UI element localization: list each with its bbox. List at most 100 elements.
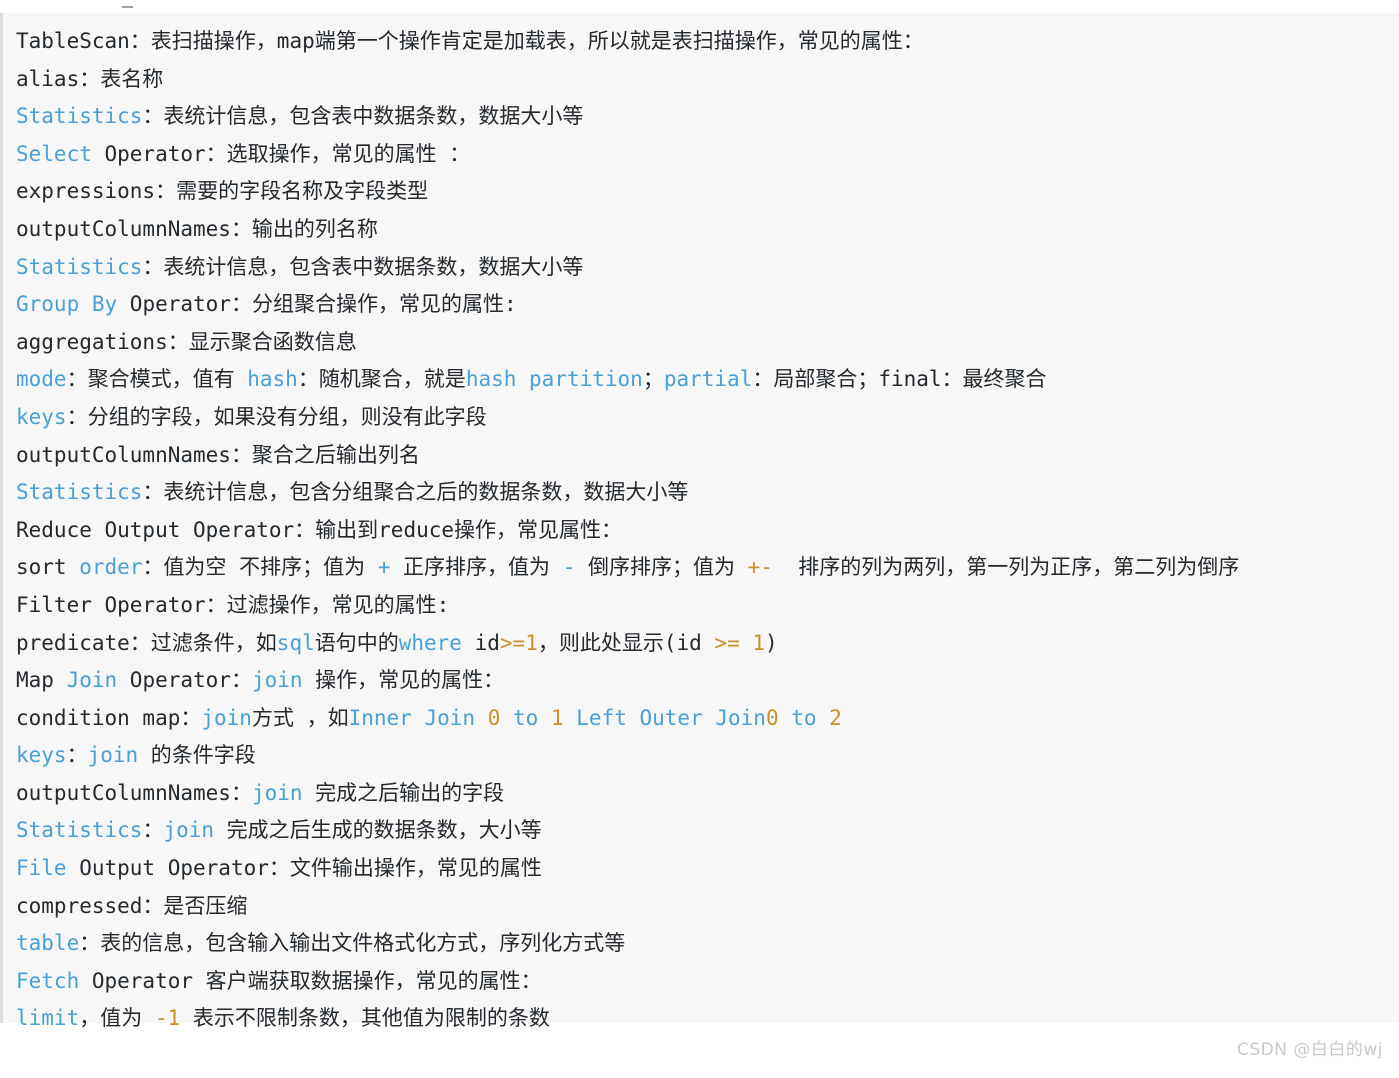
code-token: (id [663,630,715,655]
line-select-operator: Select Operator：选取操作，常见的属性 ： [16,136,1399,174]
csdn-watermark: CSDN @白白的wj [1237,1040,1383,1060]
code-token: ：随机聚合，就是 [297,367,466,392]
code-token: ，则此处显示 [537,630,664,655]
code-token: sql [276,630,315,655]
code-token: >= [714,630,740,655]
line-aggregations: aggregations：显示聚合函数信息 [16,324,1399,362]
code-token: Operator：选取操作，常见的属性 ： [91,141,471,166]
line-statistics-2: Statistics：表统计信息，包含表中数据条数，数据大小等 [16,249,1399,287]
line-filter-operator: Filter Operator：过滤操作，常见的属性: [16,587,1399,625]
code-token: Operator： [117,668,252,693]
line-expressions: expressions：需要的字段名称及字段类型 [16,173,1399,211]
code-token: 排序的列为两列，第一列为正序，第二列为倒序 [772,555,1240,580]
line-sort-order: sort order：值为空 不排序；值为 + 正序排序，值为 - 倒序排序；值… [16,549,1399,587]
code-token: ：过滤操作，常见的属性: [205,592,450,617]
code-token: where [398,630,462,655]
code-token: Operator：分组聚合操作，常见的属性: [117,292,517,317]
code-token: Map [16,668,67,693]
code-token: ：表的信息，包含输入输出文件格式化方式，序列化方式等 [79,931,626,956]
code-token: keys [16,743,67,768]
code-token: ：分组的字段，如果没有分组，则没有此字段 [66,404,487,429]
code-token: ，值为 [79,1006,155,1031]
code-token: Statistics [16,254,143,279]
code-token: ：显示聚合函数信息 [167,329,357,354]
code-token: order [79,555,143,580]
code-token: ：聚合模式，值有 [66,367,248,392]
code-token: limit [16,1006,80,1031]
code-token: hash [247,367,298,392]
code-token: ： [142,818,164,843]
code-token: condition map [16,705,181,730]
line-reduce-output-operator: Reduce Output Operator：输出到reduce操作，常见属性： [16,512,1399,550]
code-token: >= [499,630,526,655]
code-token: join [251,668,303,693]
code-token: Inner Join [348,705,476,730]
code-token: ：表统计信息，包含分组聚合之后的数据条数，数据大小等 [142,480,689,505]
line-outputcolumnnames-3: outputColumnNames：join 完成之后输出的字段 [16,775,1399,813]
code-token: hash partition [465,367,643,392]
code-token: - [562,555,576,580]
code-token: id [461,630,500,655]
code-token: 表示不限制条数，其他值为限制的条数 [180,1006,550,1031]
code-token: ：聚合之后输出列名 [230,442,420,467]
code-token: ：需要的字段名称及字段类型 [155,179,429,204]
code-token: join [201,705,252,730]
code-token: join [87,743,139,768]
line-condition-map: condition map：join方式 ，如Inner Join 0 to 1… [16,700,1399,738]
line-compressed: compressed：是否压缩 [16,888,1399,926]
code-token: 正序排序，值为 [390,555,563,580]
code-token: mode [16,367,67,392]
code-token: outputColumnNames [16,216,231,241]
code-token: Statistics [16,480,143,505]
code-token: TableScan [16,29,130,53]
line-mode: mode：聚合模式，值有 hash：随机聚合，就是hash partition；… [16,361,1399,399]
code-token: 完成之后输出的字段 [302,780,505,805]
code-token: Statistics [16,818,143,843]
code-token: sort [16,555,80,580]
code-token: Fetch [16,968,80,993]
code-token: aggregations [16,329,168,354]
line-file-output-operator: File Output Operator：文件输出操作，常见的属性 [16,850,1399,888]
code-token: Group By [16,292,118,317]
code-token: Left Outer Join [576,705,766,730]
line-predicate: predicate：过滤条件，如sql语句中的where id>=1，则此处显示… [16,625,1399,663]
code-token: 2 [829,705,842,730]
line-outputcolumnnames-1: outputColumnNames：输出的列名称 [16,211,1399,249]
code-token: Select [16,141,92,166]
code-line-list: TableScan：表扫描操作，map端第一个操作肯定是加载表，所以就是表扫描操… [16,23,1399,1038]
code-token: compressed [16,893,143,918]
line-mapjoin-operator: Map Join Operator：join 操作，常见的属性： [16,662,1399,700]
code-token: File [16,856,67,881]
code-token: ：输出的列名称 [230,216,378,241]
code-token: predicate [16,630,130,655]
code-token: partial [663,367,753,392]
line-alias: alias：表名称 [16,61,1399,99]
line-statistics-3: Statistics：表统计信息，包含分组聚合之后的数据条数，数据大小等 [16,474,1399,512]
code-token: 完成之后生成的数据条数，大小等 [214,818,542,843]
line-groupby-operator: Group By Operator：分组聚合操作，常见的属性: [16,286,1399,324]
code-token: 操作，常见的属性： [302,668,505,693]
code-token: ： [180,705,202,730]
line-limit: limit，值为 -1 表示不限制条数，其他值为限制的条数 [16,1000,1399,1038]
code-token: outputColumnNames [16,442,231,467]
code-token: 0 [765,705,779,730]
code-token: 倒序排序；值为 [575,555,748,580]
code-token: ：值为空 不排序；值为 [142,555,378,580]
code-token: ：最终聚合 [941,367,1047,392]
line-keys-1: keys：分组的字段，如果没有分组，则没有此字段 [16,399,1399,437]
line-table: table：表的信息，包含输入输出文件格式化方式，序列化方式等 [16,925,1399,963]
code-token: ：表统计信息，包含表中数据条数，数据大小等 [142,254,584,279]
code-token: final [878,367,942,392]
code-token: + [377,555,391,580]
code-token: ：输出到reduce操作，常见属性： [294,517,623,542]
code-token: 1 [550,705,564,730]
code-token: ： [230,780,252,805]
code-token: 方式 ，如 [251,705,349,730]
code-token: ； [642,367,664,392]
